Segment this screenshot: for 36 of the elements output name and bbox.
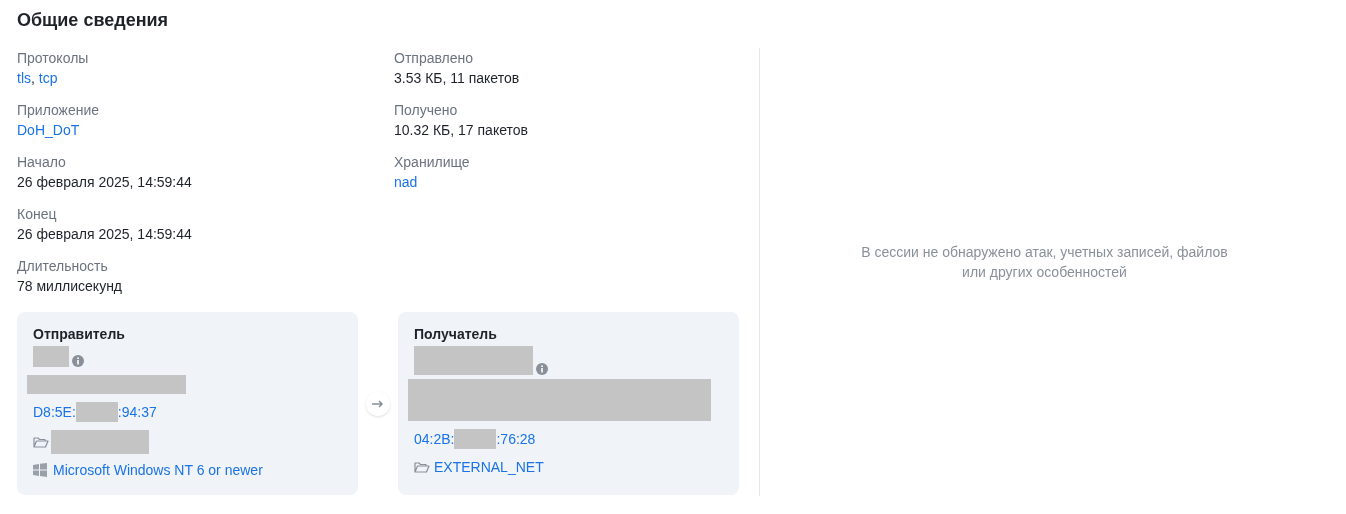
field-label: Протоколы	[17, 49, 90, 68]
value-link[interactable]: nad	[394, 172, 418, 192]
field-value: 10.32 КБ, 17 пакетов	[394, 121, 528, 140]
mac-link[interactable]: :76:28	[496, 429, 536, 449]
field-label: Начало	[17, 153, 67, 172]
windows-icon	[33, 463, 47, 477]
field-label: Приложение	[17, 101, 101, 120]
os-link[interactable]: Microsoft Windows NT 6 or newer	[53, 460, 263, 480]
field-value: 26 февраля 2025, 14:59:44	[17, 173, 192, 192]
folder-icon	[414, 460, 430, 474]
value-link[interactable]: DoH_DoT	[17, 120, 80, 140]
value-link[interactable]: tls	[17, 68, 31, 88]
empty-message: В сессии не обнаружено атак, учетных записей, файлов или других особенностей	[860, 243, 1229, 282]
info-icon[interactable]	[536, 363, 548, 375]
field-label: Получено	[394, 101, 459, 120]
field-value: 3.53 КБ, 11 пакетов	[394, 69, 520, 88]
mac-link[interactable]: :94:37	[117, 402, 157, 422]
card-title: Получатель	[414, 325, 498, 344]
folder-icon	[33, 435, 49, 449]
field-value: 26 февраля 2025, 14:59:44	[17, 225, 192, 244]
value-link[interactable]: tcp	[38, 68, 58, 88]
field-value: 78 миллисекунд	[17, 277, 123, 296]
field-label: Конец	[17, 205, 58, 224]
redaction-block	[75, 402, 118, 422]
field-label: Длительность	[17, 257, 109, 276]
field-value: ,	[31, 69, 36, 88]
field-label: Отправлено	[394, 49, 475, 68]
group-link[interactable]: EXTERNAL_NET	[434, 457, 544, 477]
info-icon[interactable]	[72, 355, 84, 367]
mac-link[interactable]: 04:2B:	[414, 429, 455, 449]
mac-link[interactable]: D8:5E:	[33, 402, 76, 422]
field-label: Хранилище	[394, 153, 471, 172]
section-title: Общие сведения	[17, 9, 170, 32]
redaction-block	[33, 346, 69, 367]
redaction-block	[454, 429, 497, 449]
card-title: Отправитель	[33, 325, 126, 344]
